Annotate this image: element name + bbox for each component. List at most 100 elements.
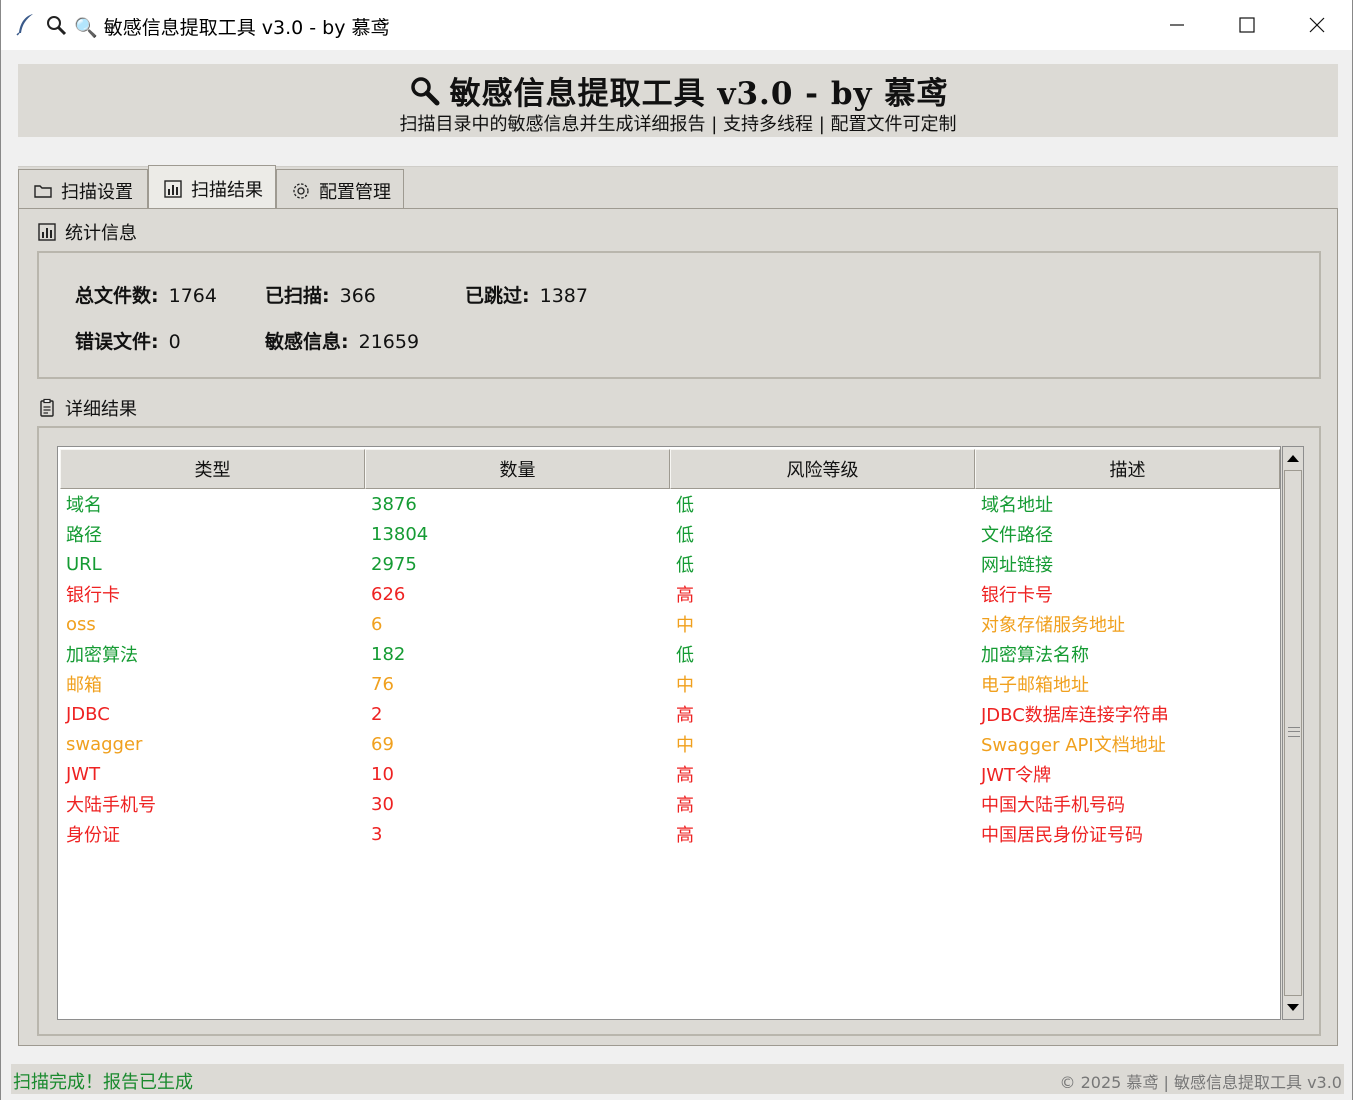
- cell-count: 6: [371, 613, 383, 635]
- cell-desc: Swagger API文档地址: [981, 735, 1166, 756]
- scroll-up-button[interactable]: [1283, 447, 1303, 469]
- cell-desc: JWT令牌: [981, 765, 1052, 786]
- table-row[interactable]: oss 6 中 对象存储服务地址: [60, 609, 1280, 639]
- header-title-row: 敏感信息提取工具 v3.0 - by 慕鸢: [18, 68, 1338, 113]
- details-section-label: 详细结果: [37, 395, 137, 421]
- table-row[interactable]: 大陆手机号 30 高 中国大陆手机号码: [60, 789, 1280, 819]
- cell-type: 身份证: [66, 825, 120, 846]
- magnifier-icon: [47, 16, 67, 36]
- close-button[interactable]: [1282, 0, 1352, 50]
- cell-desc: 银行卡号: [981, 585, 1053, 606]
- scan-results-pane: 统计信息 总文件数: 1764 已扫描: 366 已跳过: 1387 错误文件:…: [18, 208, 1338, 1046]
- cell-count: 30: [371, 793, 394, 815]
- clipboard-icon: [40, 398, 54, 417]
- cell-count: 626: [371, 583, 406, 605]
- tab-scan-settings[interactable]: 扫描设置: [18, 169, 148, 211]
- stat-value: 0: [168, 331, 181, 353]
- app-subtitle: 扫描目录中的敏感信息并生成详细报告 | 支持多线程 | 配置文件可定制: [399, 114, 957, 135]
- details-label-text: 详细结果: [65, 399, 137, 420]
- stat-label: 错误文件:: [75, 331, 159, 353]
- tab-config-management[interactable]: 配置管理: [276, 169, 404, 211]
- cell-type: 域名: [66, 495, 102, 516]
- cell-desc: 电子邮箱地址: [981, 675, 1089, 696]
- tab-scan-results[interactable]: 扫描结果: [148, 165, 276, 211]
- table-row[interactable]: 加密算法 182 低 加密算法名称: [60, 639, 1280, 669]
- column-header-count[interactable]: 数量: [365, 449, 670, 489]
- stat-label: 已跳过:: [465, 285, 530, 307]
- stat-sensitive-info: 敏感信息: 21659: [265, 327, 419, 354]
- cell-count: 2: [371, 703, 383, 725]
- cell-type: 大陆手机号: [66, 795, 156, 816]
- scroll-down-button[interactable]: [1283, 997, 1303, 1019]
- cell-risk: 中: [676, 735, 694, 756]
- cell-count: 3876: [371, 493, 417, 515]
- table-row[interactable]: URL 2975 低 网址链接: [60, 549, 1280, 579]
- cell-count: 76: [371, 673, 394, 695]
- tab-label: 扫描结果: [191, 179, 263, 201]
- cell-risk: 高: [676, 795, 694, 816]
- cell-type: oss: [66, 613, 96, 635]
- cell-risk: 低: [676, 555, 694, 576]
- cell-risk: 高: [676, 585, 694, 606]
- maximize-button[interactable]: [1212, 0, 1282, 50]
- column-header-description[interactable]: 描述: [975, 449, 1280, 489]
- cell-type: JWT: [66, 763, 101, 785]
- tab-label: 配置管理: [319, 181, 391, 203]
- scrollbar-thumb[interactable]: [1284, 470, 1302, 996]
- cell-type: swagger: [66, 733, 143, 755]
- cell-desc: JDBC数据库连接字符串: [981, 705, 1169, 726]
- arrow-down-icon: [1287, 1004, 1299, 1011]
- cell-desc: 加密算法名称: [981, 645, 1089, 666]
- column-header-type[interactable]: 类型: [60, 449, 365, 489]
- cell-count: 182: [371, 643, 406, 665]
- folder-icon: [34, 184, 52, 198]
- cell-desc: 网址链接: [981, 555, 1053, 576]
- cell-type: URL: [66, 553, 102, 575]
- cell-risk: 中: [676, 615, 694, 636]
- cell-count: 3: [371, 823, 383, 845]
- cell-desc: 对象存储服务地址: [981, 615, 1125, 636]
- column-header-risk[interactable]: 风险等级: [670, 449, 975, 489]
- table-row[interactable]: swagger 69 中 Swagger API文档地址: [60, 729, 1280, 759]
- cell-desc: 中国居民身份证号码: [981, 825, 1143, 846]
- cell-risk: 高: [676, 825, 694, 846]
- table-row[interactable]: 邮箱 76 中 电子邮箱地址: [60, 669, 1280, 699]
- results-table[interactable]: 类型 数量 风险等级 描述 域名 3876 低域名地址 路径 13804 低文件路径 URL…: [57, 446, 1281, 1020]
- cell-count: 13804: [371, 523, 429, 545]
- chart-icon: [38, 223, 56, 241]
- table-row[interactable]: 域名 3876 低 域名地址: [60, 489, 1280, 519]
- cell-desc: 文件路径: [981, 525, 1053, 546]
- app-header: 敏感信息提取工具 v3.0 - by 慕鸢 扫描目录中的敏感信息并生成详细报告 …: [18, 64, 1338, 137]
- table-row[interactable]: 路径 13804 低 文件路径: [60, 519, 1280, 549]
- tab-label: 扫描设置: [61, 181, 133, 203]
- table-row[interactable]: 身份证 3 高 中国居民身份证号码: [60, 819, 1280, 849]
- cell-type: 加密算法: [66, 645, 138, 666]
- table-row[interactable]: JWT 10 高 JWT令牌: [60, 759, 1280, 789]
- stat-total-files: 总文件数: 1764: [75, 281, 217, 308]
- stat-label: 已扫描:: [265, 285, 330, 307]
- table-row[interactable]: 银行卡 626 高 银行卡号: [60, 579, 1280, 609]
- close-icon: [1309, 17, 1325, 33]
- stats-label-text: 统计信息: [65, 223, 137, 244]
- cell-risk: 高: [676, 705, 694, 726]
- app-window: 🔍 敏感信息提取工具 v3.0 - by 慕鸢 敏感信息提取工具 v3.0 - …: [0, 0, 1353, 1100]
- vertical-scrollbar[interactable]: [1282, 446, 1304, 1020]
- cell-risk: 高: [676, 765, 694, 786]
- arrow-up-icon: [1287, 455, 1299, 462]
- minimize-button[interactable]: [1142, 0, 1212, 50]
- cell-type: 路径: [66, 525, 102, 546]
- stat-value: 366: [339, 285, 376, 307]
- feather-icon: [16, 14, 33, 36]
- details-box: 类型 数量 风险等级 描述 域名 3876 低域名地址 路径 13804 低文件路径 URL…: [37, 426, 1321, 1036]
- stats-box: 总文件数: 1764 已扫描: 366 已跳过: 1387 错误文件: 0 敏感…: [37, 251, 1321, 379]
- tab-bar: 扫描设置 扫描结果 配置管理: [18, 165, 1338, 211]
- stat-value: 1764: [168, 285, 217, 307]
- table-row[interactable]: JDBC 2 高 JDBC数据库连接字符串: [60, 699, 1280, 729]
- table-header: 类型 数量 风险等级 描述: [60, 449, 1280, 489]
- stat-value: 21659: [358, 331, 420, 353]
- stat-value: 1387: [539, 285, 588, 307]
- minimize-icon: [1170, 24, 1184, 26]
- grip-icon: [1288, 727, 1300, 737]
- cell-desc: 中国大陆手机号码: [981, 795, 1125, 816]
- stat-label: 总文件数:: [75, 285, 159, 307]
